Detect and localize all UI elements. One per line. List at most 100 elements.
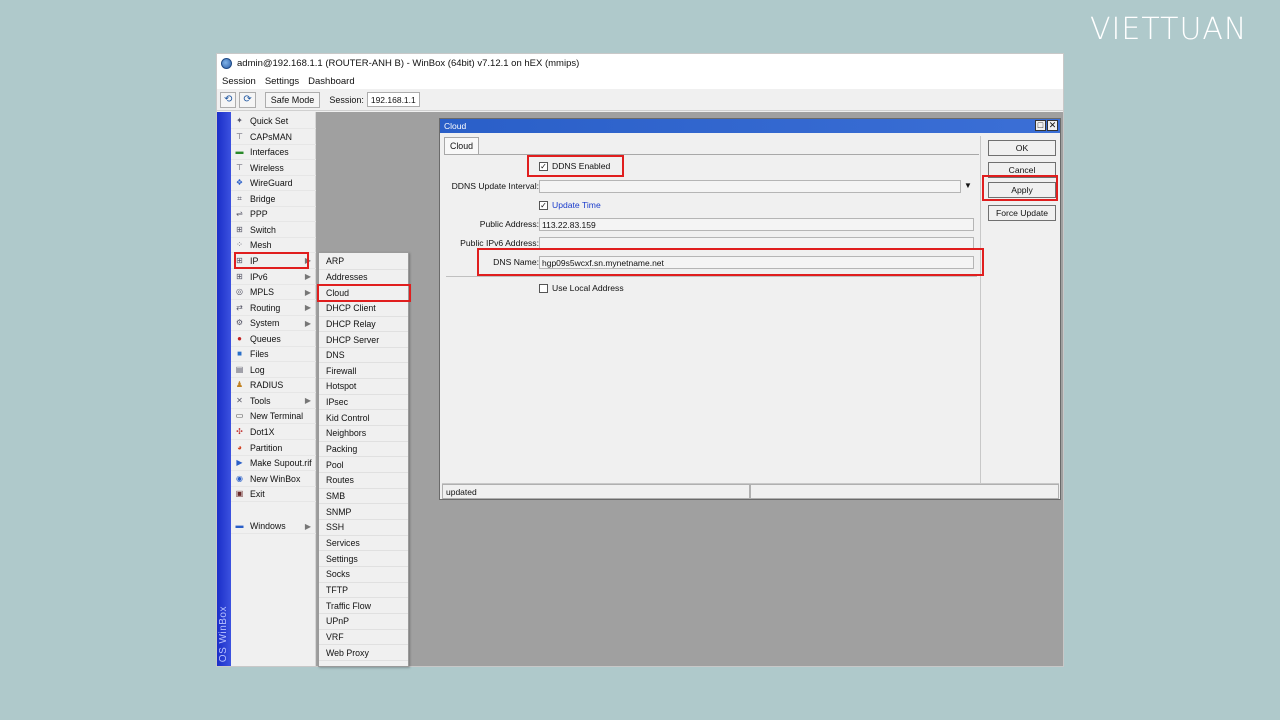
sidebar-item-tools[interactable]: ✕ Tools ▶: [231, 394, 316, 409]
sidebar-item-switch[interactable]: ⊞ Switch: [231, 223, 316, 238]
ddns-interval-field[interactable]: [539, 180, 961, 193]
ok-button[interactable]: OK: [988, 140, 1056, 156]
winbox-window: admin@192.168.1.1 (ROUTER-ANH B) - WinBo…: [216, 53, 1064, 667]
sidebar-item-interfaces[interactable]: ▬ Interfaces: [231, 145, 316, 161]
ip-submenu-item-dhcp-client[interactable]: DHCP Client: [319, 301, 408, 317]
session-label: Session:: [329, 94, 364, 105]
sidebar-item-capsman[interactable]: ⊤ CAPsMAN: [231, 130, 316, 145]
antenna-icon: ⊤: [236, 131, 243, 141]
ip-submenu-item-kid-control[interactable]: Kid Control: [319, 411, 408, 427]
sidebar-item-label: PPP: [250, 209, 268, 220]
ip-submenu-item-hotspot[interactable]: Hotspot: [319, 379, 408, 395]
sidebar-item-new-winbox[interactable]: ◉ New WinBox: [231, 472, 316, 487]
windows-icon: ▬: [235, 521, 244, 530]
sidebar-item-label: Exit: [250, 489, 265, 500]
sidebar-item-label: Interfaces: [250, 147, 289, 158]
sidebar-item-ppp[interactable]: ⇌ PPP: [231, 207, 316, 223]
ip-submenu-item-ipsec[interactable]: IPsec: [319, 395, 408, 411]
sidebar-item-label: WireGuard: [250, 178, 293, 189]
ip-submenu-item-upnp[interactable]: UPnP: [319, 614, 408, 630]
sidebar-item-label: IPv6: [250, 271, 268, 282]
sidebar-item-new-terminal[interactable]: ▭ New Terminal: [231, 409, 316, 425]
ip-submenu-item-packing[interactable]: Packing: [319, 442, 408, 458]
menu-session[interactable]: Session: [222, 76, 256, 87]
safe-mode-button[interactable]: Safe Mode: [264, 91, 321, 108]
sidebar-item-bridge[interactable]: ⌗ Bridge: [231, 192, 316, 207]
ip-submenu-item-dns[interactable]: DNS: [319, 348, 408, 364]
ip-submenu-item-traffic-flow[interactable]: Traffic Flow: [319, 598, 408, 614]
ip-submenu-item-firewall[interactable]: Firewall: [319, 364, 408, 380]
ip-submenu-item-dhcp-server[interactable]: DHCP Server: [319, 332, 408, 348]
brand-logo: VIETTUAN: [1090, 12, 1248, 47]
form-divider: [446, 276, 977, 277]
interface-icon: ▬: [235, 147, 244, 157]
sidebar-item-label: MPLS: [250, 287, 274, 298]
menu-dashboard[interactable]: Dashboard: [308, 76, 354, 87]
ip-submenu-item-services[interactable]: Services: [319, 536, 408, 552]
sidebar-item-log[interactable]: ▤ Log: [231, 363, 316, 378]
tab-cloud[interactable]: Cloud: [444, 137, 479, 154]
routing-icon: ⇄: [236, 302, 243, 312]
sidebar-item-partition[interactable]: ◕ Partition: [231, 441, 316, 456]
ip-submenu-item-settings[interactable]: Settings: [319, 551, 408, 567]
ip-submenu-item-dhcp-relay[interactable]: DHCP Relay: [319, 317, 408, 333]
supout-icon: ▶: [236, 458, 243, 468]
ip-submenu-item-tftp[interactable]: TFTP: [319, 583, 408, 599]
winbox-icon: ◉: [236, 473, 243, 483]
ip-submenu-item-arp[interactable]: ARP: [319, 254, 408, 270]
bridge-icon: ⌗: [237, 193, 242, 203]
ip-submenu-item-snmp[interactable]: SNMP: [319, 504, 408, 520]
force-update-button[interactable]: Force Update: [988, 205, 1056, 221]
window-title: admin@192.168.1.1 (ROUTER-ANH B) - WinBo…: [237, 58, 580, 69]
sidebar-item-queues[interactable]: ● Queues: [231, 332, 316, 347]
ip-submenu-item-smb[interactable]: SMB: [319, 489, 408, 505]
close-icon[interactable]: ✕: [1047, 120, 1058, 131]
sidebar-item-wireless[interactable]: ⊤ Wireless: [231, 161, 316, 176]
update-time-label: Update Time: [552, 200, 601, 210]
gear-icon: ⚙: [235, 318, 244, 328]
sidebar-item-label: Bridge: [250, 193, 276, 204]
public-address-field[interactable]: 113.22.83.159: [539, 218, 974, 231]
ip-submenu-item-addresses[interactable]: Addresses: [319, 270, 408, 286]
sidebar-item-dot1x[interactable]: ✣ Dot1X: [231, 425, 316, 440]
ip-submenu-item-vrf[interactable]: VRF: [319, 630, 408, 646]
sidebar-item-wireguard[interactable]: ❖ WireGuard: [231, 176, 316, 192]
sidebar-item-mpls[interactable]: ◎ MPLS ▶: [231, 285, 316, 301]
wand-icon: ✦: [236, 116, 243, 125]
maximize-icon[interactable]: □: [1035, 120, 1046, 131]
ip-submenu-item-socks[interactable]: Socks: [319, 567, 408, 583]
sidebar-item-routing[interactable]: ⇄ Routing ▶: [231, 301, 316, 316]
ip-submenu-item-pool[interactable]: Pool: [319, 457, 408, 474]
ip-submenu-item-ssh[interactable]: SSH: [319, 520, 408, 536]
use-local-address-checkbox[interactable]: [539, 284, 548, 293]
submenu-arrow-icon: ▶: [304, 318, 311, 328]
ip-submenu-item-neighbors[interactable]: Neighbors: [319, 426, 408, 442]
submenu-arrow-icon: ▶: [304, 303, 311, 313]
sidebar-item-radius[interactable]: ♟ RADIUS: [231, 378, 316, 394]
update-time-checkbox[interactable]: ✓: [539, 201, 548, 210]
sidebar-item-quick-set[interactable]: ✦ Quick Set: [231, 114, 316, 129]
redo-icon: ⟳: [243, 94, 252, 105]
redo-button[interactable]: ⟳: [239, 91, 256, 108]
public-ipv6-label: Public IPv6 Address:: [460, 238, 539, 248]
ip-submenu-item-web-proxy[interactable]: Web Proxy: [319, 645, 408, 661]
sidebar-item-windows[interactable]: ▬ Windows ▶: [231, 519, 316, 534]
sidebar-item-label: Dot1X: [250, 427, 275, 437]
status-text: updated: [442, 484, 750, 499]
sidebar-item-make-supout-rif[interactable]: ▶ Make Supout.rif: [231, 456, 316, 472]
sidebar-item-files[interactable]: ■ Files: [231, 347, 316, 363]
chevron-down-icon[interactable]: ▼: [964, 181, 972, 190]
menu-settings[interactable]: Settings: [265, 76, 299, 87]
sidebar-item-label: Switch: [250, 224, 276, 235]
sidebar-item-ipv6[interactable]: ⊞ IPv6 ▶: [231, 270, 316, 285]
sidebar-item-label: Make Supout.rif: [250, 458, 312, 469]
sidebar-menu: ✦ Quick Set ⊤ CAPsMAN ▬ Interfaces ⊤ Wireless ❖ W…: [231, 112, 316, 666]
ip-submenu-item-routes[interactable]: Routes: [319, 473, 408, 489]
session-input[interactable]: 192.168.1.1: [366, 92, 420, 107]
sidebar-item-label: New WinBox: [250, 473, 301, 484]
sidebar-item-system[interactable]: ⚙ System ▶: [231, 316, 316, 332]
undo-button[interactable]: ⟲: [220, 91, 237, 108]
sidebar-item-label: New Terminal: [250, 411, 304, 422]
ip-submenu: ARP Addresses Cloud DHCP Client DHCP Relay DH…: [318, 252, 409, 667]
sidebar-item-exit[interactable]: ▣ Exit: [231, 487, 316, 503]
